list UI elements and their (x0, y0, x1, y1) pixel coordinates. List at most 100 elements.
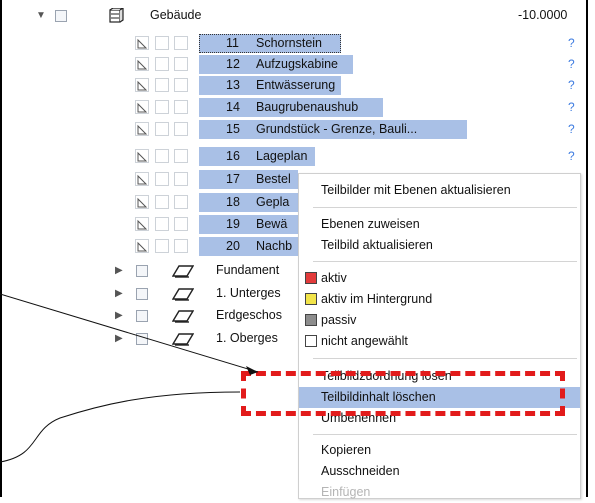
menu-item-label: Ebenen zuweisen (321, 217, 420, 231)
menu-item-cut[interactable]: Ausschneiden (299, 461, 580, 482)
layer-slot[interactable] (174, 217, 188, 231)
layer-slot[interactable] (155, 172, 169, 186)
layer-slot[interactable] (155, 100, 169, 114)
layer-slot[interactable] (155, 36, 169, 50)
item-number: 20 (226, 239, 240, 253)
passive-swatch-icon (305, 314, 317, 326)
status-question-icon: ? (568, 57, 575, 71)
layer-icon (172, 333, 194, 346)
item-number: 16 (226, 149, 240, 163)
item-name: Gepla (256, 195, 290, 209)
tree-row-gebaeude[interactable]: ▼ Gebäude -10.0000 (0, 6, 588, 25)
item-number: 15 (226, 122, 240, 136)
sibling-label: Fundament (216, 263, 280, 277)
menu-item-label: nicht angewählt (321, 334, 408, 348)
highlight-box (241, 371, 565, 416)
layer-slot[interactable] (155, 195, 169, 209)
status-question-icon: ? (568, 78, 575, 92)
status-question-icon: ? (568, 100, 575, 114)
layer-slot[interactable] (174, 57, 188, 71)
item-name: Schornstein (256, 36, 323, 50)
menu-item-update-drawing[interactable]: Teilbild aktualisieren (299, 235, 580, 256)
layer-slot[interactable] (174, 195, 188, 209)
menu-separator (313, 207, 577, 208)
status-question-icon: ? (568, 149, 575, 163)
menu-item-label: passiv (321, 313, 357, 327)
layer-type-icon (135, 195, 149, 209)
tree-row[interactable]: 14 Baugrubenaushub ? (0, 98, 588, 117)
layer-icon (172, 288, 194, 301)
item-number: 19 (226, 217, 240, 231)
tree-row[interactable]: 11 Schornstein ? (0, 34, 588, 53)
root-label: Gebäude (150, 8, 202, 22)
menu-item-active[interactable]: aktiv (299, 268, 580, 289)
item-name: Nachb (256, 239, 293, 253)
layer-type-icon (135, 36, 149, 50)
menu-item-passive[interactable]: passiv (299, 310, 580, 331)
layer-slot[interactable] (155, 149, 169, 163)
root-value: -10.0000 (518, 8, 568, 22)
expand-arrow-icon[interactable]: ▶ (115, 306, 123, 325)
item-name: Lageplan (256, 149, 308, 163)
item-number: 17 (226, 172, 240, 186)
checkbox[interactable] (136, 333, 148, 345)
menu-item-active-background[interactable]: aktiv im Hintergrund (299, 289, 580, 310)
item-name: Bestel (256, 172, 291, 186)
menu-item-label: Einfügen (321, 485, 371, 499)
layer-slot[interactable] (174, 149, 188, 163)
menu-item-label: aktiv im Hintergrund (321, 292, 433, 306)
layer-slot[interactable] (155, 78, 169, 92)
collapse-arrow-icon[interactable]: ▼ (36, 6, 46, 25)
layer-type-icon (135, 78, 149, 92)
layer-type-icon (135, 239, 149, 253)
checkbox[interactable] (136, 288, 148, 300)
expand-arrow-icon[interactable]: ▶ (115, 261, 123, 280)
active-swatch-icon (305, 272, 317, 284)
menu-separator (313, 261, 577, 262)
item-name: Entwässerung (256, 78, 336, 92)
layer-slot[interactable] (174, 172, 188, 186)
background-swatch-icon (305, 293, 317, 305)
item-name: Grundstück - Grenze, Bauli... (256, 122, 418, 136)
layer-type-icon (135, 149, 149, 163)
layer-type-icon (135, 57, 149, 71)
item-name: Baugrubenaushub (256, 100, 359, 114)
tree-row[interactable]: 12 Aufzugskabine ? (0, 55, 588, 74)
layer-slot[interactable] (155, 57, 169, 71)
layer-slot[interactable] (155, 239, 169, 253)
menu-item-update-layers[interactable]: Teilbilder mit Ebenen aktualisieren (299, 180, 580, 201)
sibling-label: Erdgeschos (216, 308, 283, 322)
layer-slot[interactable] (174, 100, 188, 114)
layer-slot[interactable] (174, 78, 188, 92)
status-question-icon: ? (568, 36, 575, 50)
checkbox[interactable] (136, 310, 148, 322)
sibling-label: 1. Oberges (216, 331, 278, 345)
layer-type-icon (135, 172, 149, 186)
menu-item-assign-layers[interactable]: Ebenen zuweisen (299, 214, 580, 235)
menu-separator (313, 434, 577, 435)
layer-slot[interactable] (155, 122, 169, 136)
layer-slot[interactable] (174, 122, 188, 136)
menu-item-copy[interactable]: Kopieren (299, 440, 580, 461)
menu-item-not-selected[interactable]: nicht angewählt (299, 331, 580, 352)
tree-row[interactable]: 15 Grundstück - Grenze, Bauli... ? (0, 120, 588, 139)
expand-arrow-icon[interactable]: ▶ (115, 284, 123, 303)
checkbox[interactable] (55, 10, 67, 22)
layer-slot[interactable] (174, 239, 188, 253)
menu-separator (313, 358, 577, 359)
layer-type-icon (135, 100, 149, 114)
menu-item-paste: Einfügen (299, 482, 580, 503)
tree-row[interactable]: 13 Entwässerung ? (0, 76, 588, 95)
item-number: 11 (226, 36, 239, 50)
item-name: Aufzugskabine (256, 57, 339, 71)
checkbox[interactable] (136, 265, 148, 277)
building-icon (109, 8, 124, 23)
tree-row[interactable]: 16 Lageplan ? (0, 147, 588, 166)
unselected-swatch-icon (305, 335, 317, 347)
expand-arrow-icon[interactable]: ▶ (115, 329, 123, 348)
menu-item-label: Kopieren (321, 443, 372, 457)
menu-item-label: Teilbilder mit Ebenen aktualisieren (321, 183, 511, 197)
sibling-label: 1. Unterges (216, 286, 281, 300)
layer-slot[interactable] (155, 217, 169, 231)
layer-slot[interactable] (174, 36, 188, 50)
